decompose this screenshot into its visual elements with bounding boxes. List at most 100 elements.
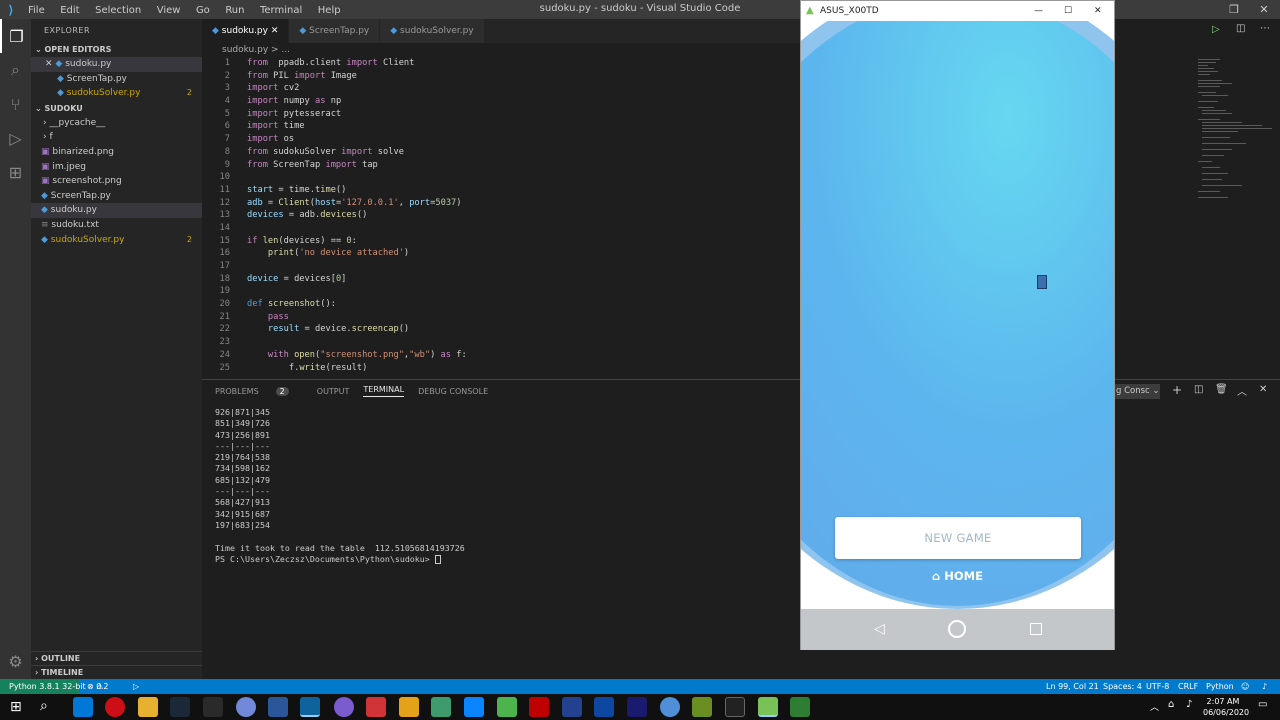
split-editor-icon[interactable]: ◫ xyxy=(1236,23,1245,34)
breadcrumb[interactable]: sudoku.py > ... xyxy=(202,43,800,57)
menu-file[interactable]: File xyxy=(28,5,45,16)
cursor-position[interactable]: Ln 99, Col 21 xyxy=(1046,679,1099,694)
maximize-button[interactable]: ☐ xyxy=(1064,1,1072,21)
search-icon[interactable]: ⌕ xyxy=(0,53,31,87)
file-item[interactable]: ▣ binarized.png xyxy=(31,145,202,160)
split-terminal-icon[interactable]: ◫ xyxy=(1194,384,1203,395)
indentation[interactable]: Spaces: 4 xyxy=(1103,679,1142,694)
minecraft-icon[interactable] xyxy=(692,697,712,717)
app-icon[interactable] xyxy=(497,697,517,717)
open-editor-item[interactable]: ✕ ◆ sudoku.py xyxy=(31,57,202,72)
photoshop-icon[interactable] xyxy=(594,697,614,717)
app-icon[interactable] xyxy=(399,697,419,717)
code-line[interactable]: 23 xyxy=(202,336,800,349)
menu-terminal[interactable]: Terminal xyxy=(260,5,302,16)
network-icon[interactable]: ⌂ xyxy=(1168,699,1174,710)
code-line[interactable]: 4 import numpy as np xyxy=(202,95,800,108)
code-line[interactable]: 13 devices = adb.devices() xyxy=(202,209,800,222)
code-line[interactable]: 15 if len(devices) == 0: xyxy=(202,235,800,248)
folder-item[interactable]: › f xyxy=(31,130,202,145)
close-panel-icon[interactable]: ✕ xyxy=(1259,384,1267,395)
tab-terminal[interactable]: TERMINAL xyxy=(363,385,405,397)
code-line[interactable]: 19 xyxy=(202,285,800,298)
feedback-icon[interactable]: ☺ xyxy=(1241,679,1249,694)
code-line[interactable]: 20 def screenshot(): xyxy=(202,298,800,311)
timeline-section[interactable]: › TIMELINE xyxy=(31,665,202,679)
app-icon[interactable] xyxy=(431,697,451,717)
phone-screen[interactable]: NEW GAME ⌂ HOME xyxy=(801,21,1114,609)
maximize-panel-icon[interactable]: ︿ xyxy=(1237,383,1247,398)
menu-selection[interactable]: Selection xyxy=(95,5,141,16)
file-item[interactable]: ◆ sudokuSolver.py 2 xyxy=(31,233,202,248)
app-icon[interactable] xyxy=(627,697,647,717)
app-icon[interactable] xyxy=(366,697,386,717)
minimap[interactable] xyxy=(1190,57,1280,207)
tab-screentap[interactable]: ◆ ScreenTap.py xyxy=(289,19,381,43)
add-terminal-icon[interactable]: + xyxy=(1172,383,1182,397)
menu-go[interactable]: Go xyxy=(196,5,210,16)
code-line[interactable]: 14 xyxy=(202,222,800,235)
explorer-icon[interactable]: ❐ xyxy=(0,19,31,53)
code-line[interactable]: 24 with open("screenshot.png","wb") as f… xyxy=(202,349,800,362)
home-circle-icon[interactable] xyxy=(948,620,966,638)
bell-icon[interactable]: ♪ xyxy=(1262,679,1267,694)
tab-output[interactable]: OUTPUT xyxy=(317,387,350,396)
tab-debug-console[interactable]: DEBUG CONSOLE xyxy=(418,387,488,396)
problems-indicator[interactable]: ⊗ 0 ⚠ 2 xyxy=(87,679,109,694)
android-icon[interactable] xyxy=(758,697,778,717)
source-control-icon[interactable]: ⑂ xyxy=(0,87,31,121)
code-line[interactable]: 22 result = device.screencap() xyxy=(202,323,800,336)
file-item[interactable]: ◆ ScreenTap.py xyxy=(31,189,202,204)
menu-run[interactable]: Run xyxy=(225,5,244,16)
close-button[interactable]: ✕ xyxy=(1248,0,1280,19)
code-line[interactable]: 25 f.write(result) xyxy=(202,362,800,375)
tray-chevron-icon[interactable]: ︿ xyxy=(1150,700,1159,713)
home-button[interactable]: ⌂ HOME xyxy=(801,569,1114,583)
code-line[interactable]: 10 xyxy=(202,171,800,184)
code-editor[interactable]: 1 from ppadb.client import Client 2 from PI… xyxy=(202,57,800,377)
recents-icon[interactable] xyxy=(1030,623,1042,635)
filezilla-icon[interactable] xyxy=(529,697,549,717)
opera-icon[interactable] xyxy=(105,697,125,717)
file-item[interactable]: ◆ sudoku.py xyxy=(31,203,202,218)
menu-help[interactable]: Help xyxy=(318,5,341,16)
app-icon[interactable] xyxy=(334,697,354,717)
language-mode[interactable]: Python xyxy=(1206,679,1234,694)
open-editor-item[interactable]: ◆ sudokuSolver.py 2 xyxy=(31,86,202,101)
file-explorer-icon[interactable] xyxy=(138,697,158,717)
tab-problems[interactable]: PROBLEMS 2 xyxy=(215,386,303,396)
epic-games-icon[interactable] xyxy=(203,697,223,717)
menu-view[interactable]: View xyxy=(157,5,181,16)
open-editor-item[interactable]: ◆ ScreenTap.py xyxy=(31,72,202,87)
code-line[interactable]: 21 pass xyxy=(202,311,800,324)
extensions-icon[interactable]: ⊞ xyxy=(0,155,31,189)
code-line[interactable]: 9 from ScreenTap import tap xyxy=(202,159,800,172)
minimize-button[interactable]: — xyxy=(1034,1,1043,21)
terminal-select[interactable]: g Consc ⌄ xyxy=(1114,384,1160,399)
encoding[interactable]: UTF-8 xyxy=(1146,679,1169,694)
search-icon[interactable]: ⌕ xyxy=(40,698,48,714)
restore-button[interactable]: ❐ xyxy=(1218,0,1250,19)
code-line[interactable]: 7 import os xyxy=(202,133,800,146)
app-icon[interactable] xyxy=(660,697,680,717)
outline-section[interactable]: › OUTLINE xyxy=(31,651,202,665)
close-icon[interactable]: ✕ xyxy=(45,59,53,69)
file-item[interactable]: ▣ screenshot.png xyxy=(31,174,202,189)
tab-sudoku[interactable]: ◆ sudoku.py ✕ xyxy=(202,19,290,43)
code-line[interactable]: 17 xyxy=(202,260,800,273)
terminal-icon[interactable] xyxy=(725,697,745,717)
run-debug-icon[interactable]: ▷ xyxy=(0,121,31,155)
word-icon[interactable] xyxy=(268,697,288,717)
file-item[interactable]: ≡ sudoku.txt xyxy=(31,218,202,233)
folder-item[interactable]: › __pycache__ xyxy=(31,116,202,131)
mail-icon[interactable] xyxy=(73,697,93,717)
new-game-button[interactable]: NEW GAME xyxy=(835,517,1081,559)
code-line[interactable]: 18 device = devices[0] xyxy=(202,273,800,286)
gear-icon[interactable]: ⚙ xyxy=(0,644,31,678)
notification-icon[interactable]: ▭ xyxy=(1258,699,1267,710)
app-icon[interactable] xyxy=(562,697,582,717)
code-line[interactable]: 3 import cv2 xyxy=(202,82,800,95)
discord-icon[interactable] xyxy=(236,697,256,717)
volume-icon[interactable]: ♪ xyxy=(1186,699,1192,710)
code-line[interactable]: 6 import time xyxy=(202,120,800,133)
